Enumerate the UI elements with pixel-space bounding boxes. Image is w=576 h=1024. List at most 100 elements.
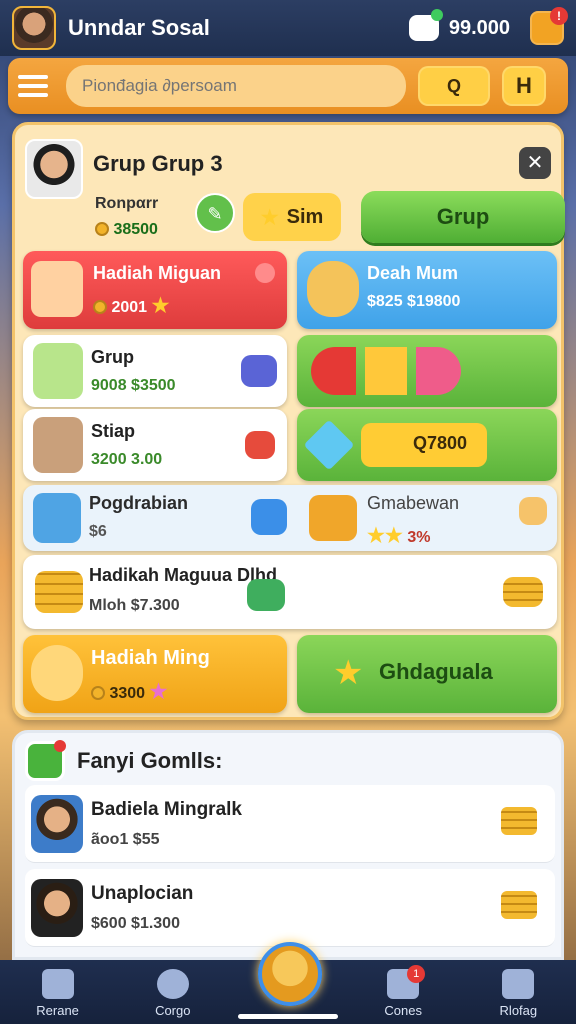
reward-card-blue[interactable]: Deah Mum $825 $19800 <box>297 251 557 329</box>
friends-header: Fanyi Gomlls: <box>25 740 223 781</box>
list-item-grup[interactable]: Grup 9008 $3500 <box>23 335 287 407</box>
badge-icon <box>309 495 357 541</box>
friend-meta: $600 $1.300 <box>91 915 180 932</box>
sim-button[interactable]: ★ Sim <box>243 193 341 241</box>
star-icon: ★ <box>260 206 279 229</box>
friend-name: Badiela Mingralk <box>91 799 242 820</box>
character-icon <box>31 261 83 317</box>
group-score: 38500 <box>95 221 158 239</box>
row-meta: $6 <box>89 523 107 540</box>
search-bar: Q H <box>8 58 568 114</box>
profile-avatar[interactable] <box>12 6 56 50</box>
coin-icon <box>95 222 109 236</box>
avatar <box>31 879 83 937</box>
cash-icon <box>247 579 285 611</box>
avatar <box>31 795 83 853</box>
card-title: Hadiah Ming <box>91 647 210 669</box>
star-icon: ★★ <box>367 525 403 547</box>
chat-icon[interactable] <box>408 9 443 41</box>
gift-box-icon <box>251 499 287 535</box>
character-icon <box>33 343 83 399</box>
button-title: Ghdaguala <box>379 659 493 684</box>
ghdaguala-button[interactable]: ★ Ghdaguala <box>297 635 557 713</box>
coins-icon <box>503 577 543 607</box>
card-meta: 2001 ★ <box>93 293 169 318</box>
grup-button[interactable]: Grup <box>361 191 565 243</box>
coin-balance: 99.000 <box>448 16 510 39</box>
friends-logo-icon <box>25 740 66 781</box>
list-item-pogdrabian[interactable]: Pogdrabian $6 Gmabewan ★★ 3% <box>23 485 557 551</box>
star-icon: ★ <box>151 295 170 317</box>
row-title: Pogdrabian <box>89 493 189 513</box>
value-card[interactable]: Q7800 <box>297 409 557 481</box>
emoji-card[interactable] <box>297 335 557 407</box>
search-input[interactable] <box>66 65 406 107</box>
card-title: Deah Mum <box>367 263 459 283</box>
group-avatar <box>25 139 83 199</box>
nav-label: Rerane <box>36 1003 79 1018</box>
character-icon <box>31 645 83 701</box>
star-icon: ★ <box>149 681 168 703</box>
nav-label: Corgo <box>155 1003 191 1018</box>
search-button[interactable]: Q <box>418 66 490 106</box>
group-header: Grup Grup 3 ✕ Ronpαrr 38500 ✎ ★ Sim Grup <box>25 135 565 247</box>
value-text: Q7800 <box>413 433 468 453</box>
friends-title: Fanyi Gomlls: <box>77 748 223 773</box>
group-panel: Grup Grup 3 ✕ Ronpαrr 38500 ✎ ★ Sim Grup … <box>12 122 565 720</box>
row-meta: 9008 $3500 <box>91 377 176 394</box>
card-meta: $825 $19800 <box>367 293 461 310</box>
coin-icon <box>91 686 105 700</box>
profile-icon <box>502 969 535 999</box>
h-button[interactable]: H <box>502 66 546 106</box>
backpack-icon <box>33 493 81 543</box>
nav-item-home[interactable]: Rerane <box>10 969 106 1018</box>
notification-badge: 1 <box>407 965 426 983</box>
reward-card-orange[interactable]: Hadiah Ming 3300 ★ <box>23 635 287 713</box>
top-bar: Unndar Sosal 99.000 <box>0 0 576 56</box>
gift-box-icon <box>241 355 277 387</box>
coins-icon <box>501 891 537 919</box>
star-icon: ★ <box>333 654 364 692</box>
group-title: Grup Grup 3 <box>93 151 223 176</box>
row-meta: Mlοh $7.300 <box>89 597 180 614</box>
nav-item-profile[interactable]: Rlofag <box>470 969 566 1018</box>
list-item-hadikah[interactable]: Hadikah Maguua Dlhd Mlοh $7.300 <box>23 555 557 629</box>
nav-item-messages[interactable]: 1 Cones <box>355 965 451 1018</box>
bear-icon <box>307 261 359 317</box>
friend-name: Unaplocian <box>91 883 194 904</box>
row-meta-2: ★★ 3% <box>367 525 431 547</box>
row-title: Grup <box>91 347 134 367</box>
menu-icon[interactable] <box>18 75 48 97</box>
diamond-icon <box>303 419 355 471</box>
coins-icon <box>501 807 537 835</box>
friend-meta: ãoo1 $55 <box>91 831 160 848</box>
list-item-stiap[interactable]: Stiap 3200 3.00 <box>23 409 287 481</box>
compass-button[interactable] <box>258 942 322 1006</box>
character-icon <box>33 417 83 473</box>
close-button[interactable]: ✕ <box>519 147 551 179</box>
emoji-icons <box>311 347 461 395</box>
home-icon <box>41 969 74 999</box>
coin-icon <box>93 300 107 314</box>
app-title: Unndar Sosal <box>68 15 210 40</box>
reward-card-red[interactable]: Hadiah Miguan 2001 ★ <box>23 251 287 329</box>
book-icon <box>245 431 275 459</box>
group-subtitle: Ronpαrr <box>95 195 159 212</box>
row-title: Stiap <box>91 421 136 441</box>
card-title: Hadiah Miguan <box>93 263 222 283</box>
nav-label: Rlofag <box>499 1003 538 1018</box>
heart-icon[interactable] <box>255 263 275 283</box>
friend-row[interactable]: Unaplocian $600 $1.300 <box>25 869 555 947</box>
card-meta: 3300 ★ <box>91 679 167 704</box>
search-icon <box>156 969 189 999</box>
home-indicator <box>238 1014 338 1019</box>
row-meta: 3200 3.00 <box>91 451 163 468</box>
gift-icon[interactable] <box>530 7 568 45</box>
coins-area: 99.000 <box>408 7 568 45</box>
coins-icon <box>35 571 83 613</box>
nav-item-search[interactable]: Corgo <box>125 969 221 1018</box>
friend-row[interactable]: Badiela Mingralk ãoo1 $55 <box>25 785 555 863</box>
close-icon[interactable] <box>519 497 547 525</box>
edit-button[interactable]: ✎ <box>195 193 235 233</box>
friends-panel: Fanyi Gomlls: Badiela Mingralk ãoo1 $55 … <box>12 730 564 960</box>
